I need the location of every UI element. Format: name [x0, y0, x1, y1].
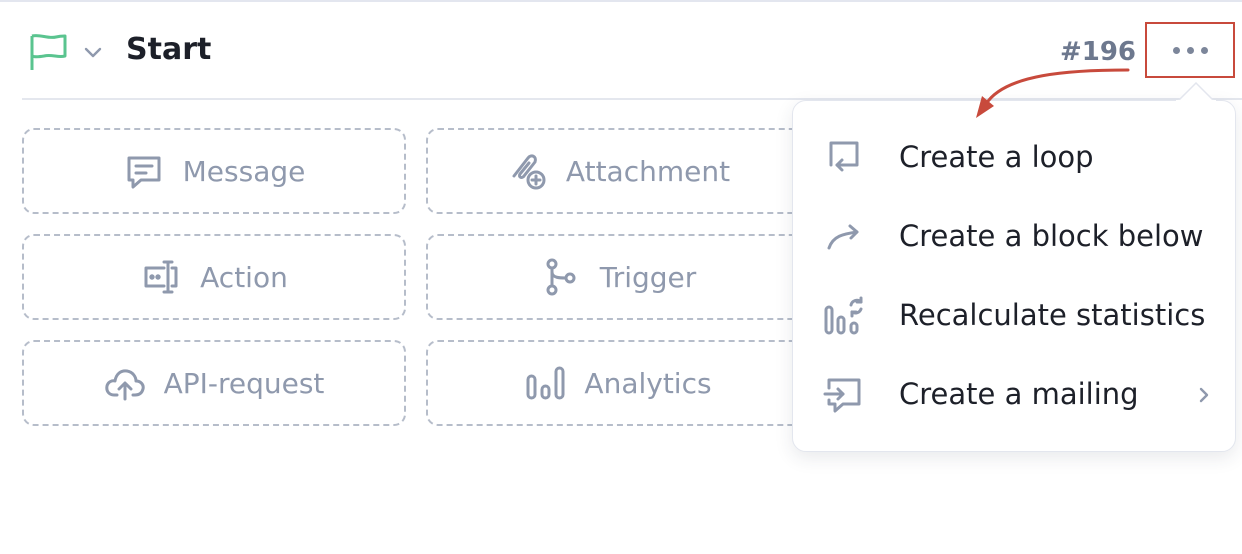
add-api-request-tile[interactable]: API-request: [22, 340, 406, 426]
block-header: Start #196: [0, 2, 1242, 98]
trigger-icon: [540, 256, 582, 298]
arrow-curve-icon: [827, 224, 859, 250]
tile-label: Attachment: [565, 154, 731, 188]
tile-label: Analytics: [584, 366, 712, 400]
menu-caret: [1176, 81, 1216, 102]
more-dot: [1186, 46, 1194, 54]
flag-icon[interactable]: [28, 32, 68, 72]
action-icon: [140, 256, 182, 298]
add-message-tile[interactable]: Message: [22, 128, 406, 214]
menu-item-recalculate-statistics[interactable]: Recalculate statistics: [793, 279, 1235, 351]
menu-item-label: Create a loop: [899, 140, 1094, 174]
add-analytics-tile[interactable]: Analytics: [426, 340, 810, 426]
menu-item-label: Create a mailing: [899, 377, 1139, 411]
add-attachment-tile[interactable]: Attachment: [426, 128, 810, 214]
add-trigger-tile[interactable]: Trigger: [426, 234, 810, 320]
block-title[interactable]: Start: [126, 30, 211, 70]
menu-item-create-block-below[interactable]: Create a block below: [793, 200, 1235, 272]
tile-label: Message: [182, 154, 306, 188]
chevron-right-icon: [1199, 387, 1209, 403]
more-horizontal-icon: [1172, 46, 1180, 54]
menu-item-label: Create a block below: [899, 219, 1204, 253]
add-action-tile[interactable]: Action: [22, 234, 406, 320]
more-dot: [1200, 46, 1208, 54]
chevron-down-icon[interactable]: [82, 42, 104, 64]
message-icon: [123, 150, 165, 192]
menu-item-create-mailing[interactable]: Create a mailing: [793, 358, 1235, 430]
mailing-icon: [823, 378, 861, 413]
cloud-upload-icon: [104, 362, 146, 404]
recalculate-icon: [824, 296, 863, 335]
tile-label: Action: [200, 260, 288, 294]
tile-label: Trigger: [599, 260, 697, 294]
attachment-icon: [506, 150, 548, 192]
options-menu: Create a loop Create a block below Recal…: [792, 100, 1236, 452]
menu-item-create-loop[interactable]: Create a loop: [793, 121, 1235, 193]
analytics-icon: [524, 362, 566, 404]
block-id: #196: [1059, 37, 1136, 67]
menu-item-label: Recalculate statistics: [899, 298, 1206, 332]
more-options-button[interactable]: [1145, 22, 1235, 78]
loop-icon: [829, 141, 859, 172]
tile-label: API-request: [163, 366, 325, 400]
